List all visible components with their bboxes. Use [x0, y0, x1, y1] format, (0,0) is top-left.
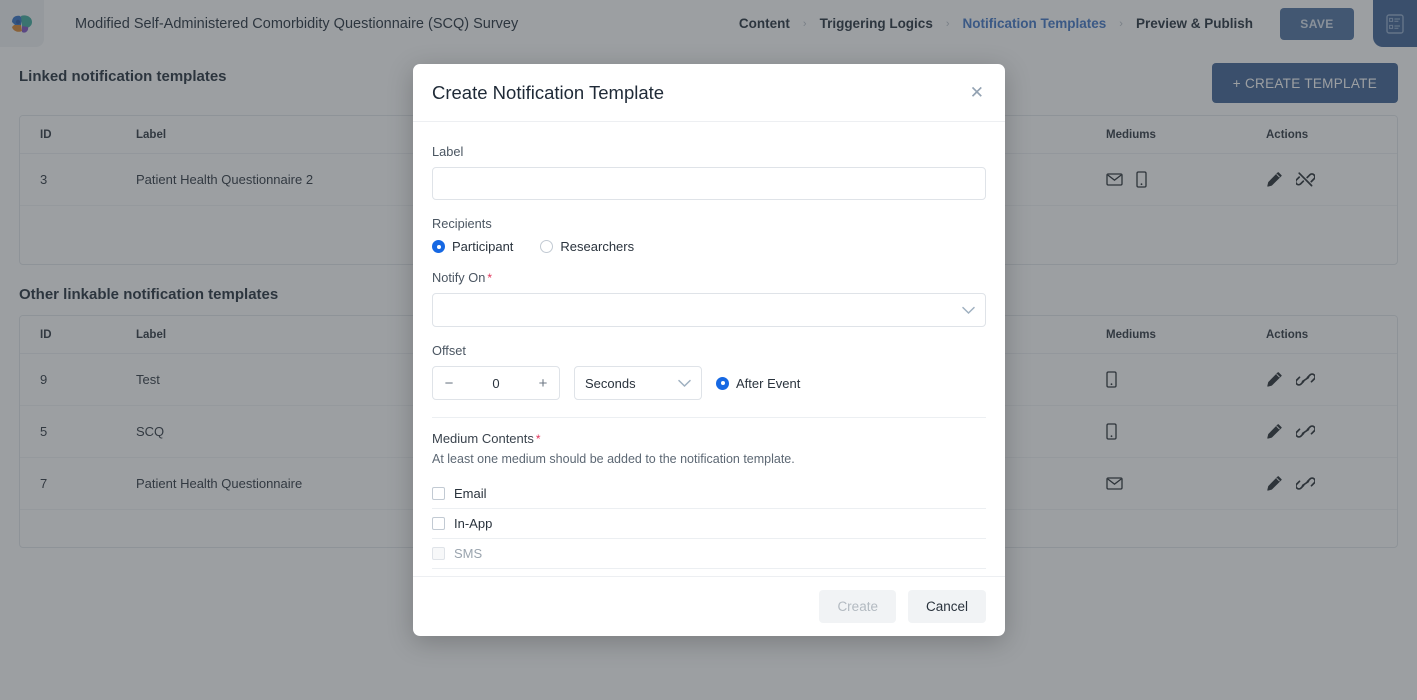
offset-increment-button[interactable]: +	[527, 367, 559, 399]
offset-stepper: − 0 +	[432, 366, 560, 400]
label-field-group: Label	[432, 144, 986, 200]
cancel-button[interactable]: Cancel	[908, 590, 986, 623]
medium-contents-group: Medium Contents* At least one medium sho…	[432, 431, 986, 576]
dialog-footer: Create Cancel	[413, 576, 1005, 636]
notify-on-label-text: Notify On	[432, 270, 485, 285]
offset-decrement-button[interactable]: −	[433, 367, 465, 399]
medium-item-email[interactable]: Email	[432, 479, 986, 509]
close-icon[interactable]: ✕	[968, 80, 986, 105]
dialog-header: Create Notification Template ✕	[413, 64, 1005, 122]
medium-item-sms: SMS	[432, 539, 986, 569]
label-field-label: Label	[432, 144, 986, 159]
medium-sms-label: SMS	[454, 546, 482, 561]
checkbox-icon	[432, 547, 445, 560]
chevron-down-icon	[962, 303, 975, 318]
dialog-title: Create Notification Template	[432, 82, 664, 104]
radio-dot-icon	[716, 377, 729, 390]
medium-list: Email In-App SMS	[432, 479, 986, 569]
offset-label: Offset	[432, 343, 986, 358]
notify-on-group: Notify On*	[432, 270, 986, 327]
required-asterisk: *	[536, 432, 541, 446]
medium-item-in-app[interactable]: In-App	[432, 509, 986, 539]
section-divider	[432, 417, 986, 418]
dialog-body: Label Recipients Participant Researchers	[413, 122, 1005, 576]
create-button[interactable]: Create	[819, 590, 896, 623]
chevron-down-icon	[678, 376, 691, 391]
offset-group: Offset − 0 + Seconds A	[432, 343, 986, 400]
create-notification-template-dialog: Create Notification Template ✕ Label Rec…	[413, 64, 1005, 636]
notify-on-label: Notify On*	[432, 270, 986, 285]
recipients-label: Recipients	[432, 216, 986, 231]
required-asterisk: *	[487, 271, 492, 285]
offset-unit-value: Seconds	[585, 376, 636, 391]
checkbox-icon[interactable]	[432, 487, 445, 500]
medium-contents-subtitle: At least one medium should be added to t…	[432, 452, 986, 466]
after-event-label: After Event	[736, 376, 800, 391]
recipients-group: Recipients Participant Researchers	[432, 216, 986, 254]
medium-email-label: Email	[454, 486, 487, 501]
medium-contents-title-text: Medium Contents	[432, 431, 534, 446]
radio-participant[interactable]: Participant	[432, 239, 513, 254]
radio-researchers-label: Researchers	[560, 239, 634, 254]
notify-on-select[interactable]	[432, 293, 986, 327]
checkbox-icon[interactable]	[432, 517, 445, 530]
radio-dot-icon	[432, 240, 445, 253]
radio-dot-icon	[540, 240, 553, 253]
medium-contents-title: Medium Contents*	[432, 431, 986, 446]
app-root: Modified Self-Administered Comorbidity Q…	[0, 0, 1417, 700]
offset-unit-select[interactable]: Seconds	[574, 366, 702, 400]
offset-value[interactable]: 0	[465, 376, 527, 391]
label-input[interactable]	[432, 167, 986, 200]
radio-participant-label: Participant	[452, 239, 513, 254]
medium-in-app-label: In-App	[454, 516, 492, 531]
radio-researchers[interactable]: Researchers	[540, 239, 634, 254]
radio-after-event[interactable]: After Event	[716, 376, 800, 391]
